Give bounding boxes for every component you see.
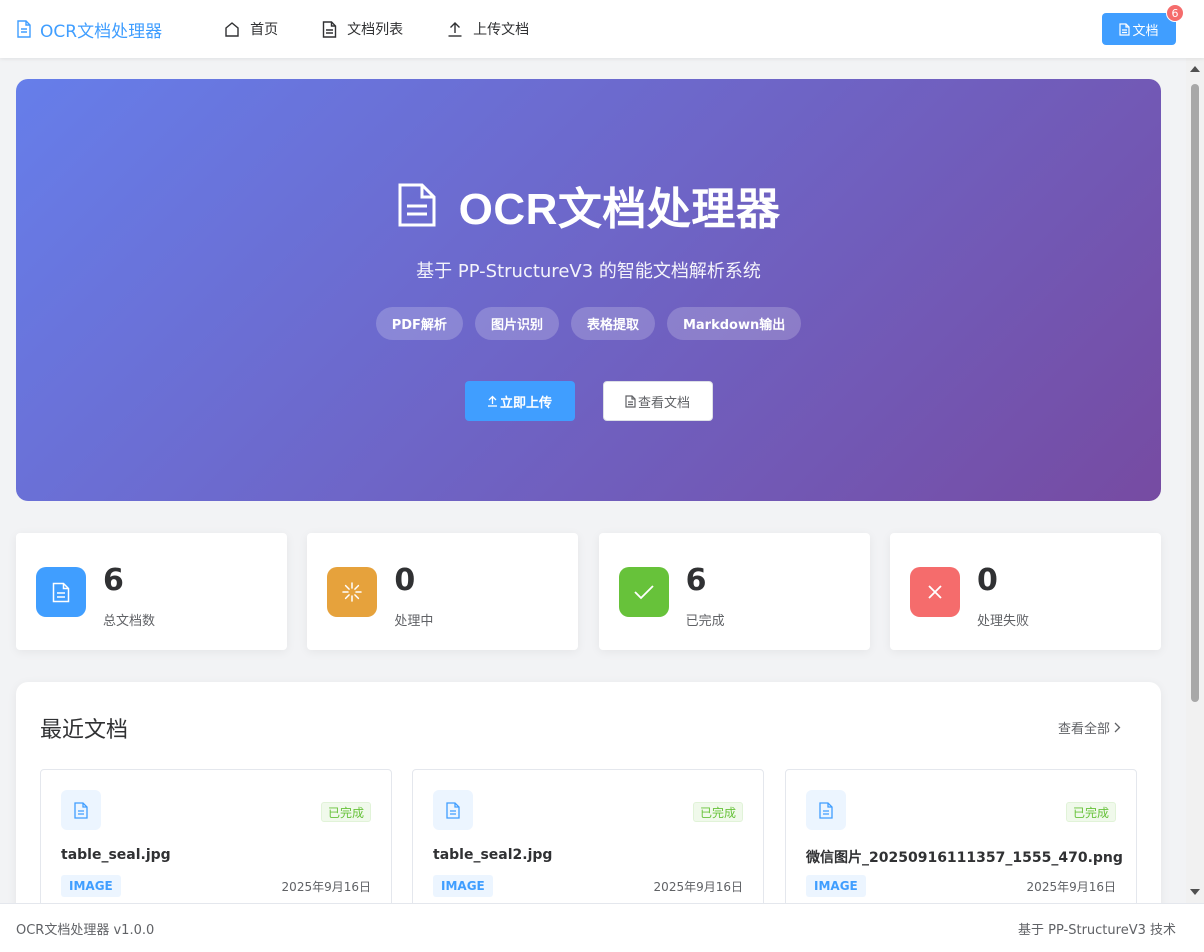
stat-value: 0 bbox=[976, 563, 998, 598]
upload-icon bbox=[487, 395, 497, 407]
stat-card-total: 6 总文档数 bbox=[16, 533, 287, 650]
documents-count-badge: 6 bbox=[1166, 4, 1184, 22]
scroll-up-arrow-icon[interactable] bbox=[1190, 66, 1200, 72]
scroll-thumb[interactable] bbox=[1191, 84, 1199, 702]
document-type-tag: IMAGE bbox=[806, 875, 866, 897]
hero-title: OCR文档处理器 bbox=[458, 185, 781, 234]
page-footer: OCR文档处理器 v1.0.0 基于 PP-StructureV3 技术 bbox=[0, 903, 1204, 952]
feature-tag: PDF解析 bbox=[375, 307, 463, 340]
check-icon bbox=[634, 585, 654, 600]
page-scrollbar[interactable] bbox=[1186, 58, 1204, 903]
stat-card-processing: 0 处理中 bbox=[307, 533, 579, 650]
document-icon bbox=[322, 20, 337, 38]
stat-label: 总文档数 bbox=[103, 614, 156, 629]
brand-logo[interactable]: OCR文档处理器 bbox=[16, 17, 162, 42]
stat-card-completed: 6 已完成 bbox=[598, 533, 870, 650]
status-badge: 已完成 bbox=[320, 802, 371, 822]
document-icon bbox=[446, 801, 460, 819]
stat-icon-box bbox=[909, 567, 960, 617]
doc-icon-box bbox=[806, 790, 846, 830]
document-type-tag: IMAGE bbox=[433, 875, 493, 897]
stat-value: 6 bbox=[685, 563, 707, 598]
hero-banner: OCR文档处理器 基于 PP-StructureV3 的智能文档解析系统 PDF… bbox=[16, 79, 1161, 501]
nav-label: 文档列表 bbox=[347, 22, 404, 38]
footer-version: OCR文档处理器 v1.0.0 bbox=[16, 922, 155, 938]
document-icon bbox=[52, 582, 70, 602]
loading-icon bbox=[342, 582, 363, 602]
documents-button[interactable]: 文档 6 bbox=[1102, 4, 1184, 45]
stat-card-failed: 0 处理失败 bbox=[889, 533, 1161, 650]
document-icon bbox=[625, 394, 636, 408]
home-icon bbox=[225, 22, 239, 37]
footer-tech: 基于 PP-StructureV3 技术 bbox=[1018, 922, 1176, 938]
view-all-label: 查看全部 bbox=[1057, 722, 1110, 737]
document-icon bbox=[819, 801, 833, 819]
scroll-down-arrow-icon[interactable] bbox=[1190, 889, 1200, 895]
nav-label: 首页 bbox=[250, 22, 279, 38]
top-header: OCR文档处理器 首页 文档列表 上传文档 文档 6 bbox=[0, 0, 1204, 58]
view-documents-button[interactable]: 查看文档 bbox=[602, 381, 713, 421]
stats-row: 6 总文档数 0 处理中 6 已完成 0 处理失败 bbox=[16, 533, 1161, 650]
upload-now-label: 立即上传 bbox=[499, 395, 552, 411]
stat-icon-box bbox=[618, 567, 669, 617]
brand-title: OCR文档处理器 bbox=[40, 21, 163, 42]
document-name: table_seal2.jpg bbox=[433, 847, 553, 863]
recent-documents-title: 最近文档 bbox=[40, 718, 129, 743]
main-nav: 首页 文档列表 上传文档 bbox=[224, 19, 573, 39]
documents-button-label: 文档 bbox=[1132, 23, 1159, 39]
feature-tag: Markdown输出 bbox=[666, 307, 802, 340]
nav-item-document-list[interactable]: 文档列表 bbox=[322, 19, 403, 39]
doc-icon-box bbox=[61, 790, 101, 830]
document-date: 2025年9月16日 bbox=[653, 880, 743, 894]
hero-actions: 立即上传 查看文档 bbox=[16, 381, 1161, 421]
nav-item-home[interactable]: 首页 bbox=[224, 19, 278, 39]
recent-documents-panel: 最近文档 查看全部 已完成 table_seal.jpg IMAGE 2025年… bbox=[16, 682, 1161, 929]
stat-icon-box bbox=[36, 567, 86, 617]
status-badge: 已完成 bbox=[1065, 802, 1116, 822]
nav-label: 上传文档 bbox=[473, 22, 530, 38]
doc-icon-box bbox=[433, 790, 473, 830]
upload-now-button[interactable]: 立即上传 bbox=[464, 381, 575, 421]
stat-icon-box bbox=[327, 567, 378, 617]
document-icon bbox=[17, 20, 31, 38]
close-icon bbox=[928, 585, 942, 599]
feature-tag: 表格提取 bbox=[570, 307, 655, 340]
stat-label: 已完成 bbox=[685, 614, 725, 629]
upload-icon bbox=[448, 22, 462, 37]
document-date: 2025年9月16日 bbox=[281, 880, 371, 894]
stat-value: 0 bbox=[394, 563, 416, 598]
document-date: 2025年9月16日 bbox=[1026, 880, 1116, 894]
document-icon bbox=[1119, 22, 1131, 36]
feature-tag: 图片识别 bbox=[474, 307, 559, 340]
document-name: table_seal.jpg bbox=[61, 847, 171, 863]
document-name: 微信图片_20250916111357_1555_470.png bbox=[806, 850, 1123, 866]
document-type-tag: IMAGE bbox=[61, 875, 121, 897]
chevron-right-icon bbox=[1114, 722, 1121, 733]
feature-tags: PDF解析 图片识别 表格提取 Markdown输出 bbox=[16, 307, 1161, 340]
stat-label: 处理失败 bbox=[976, 614, 1029, 629]
document-icon bbox=[398, 183, 436, 227]
hero-subtitle: 基于 PP-StructureV3 的智能文档解析系统 bbox=[416, 261, 761, 282]
hero-title-row: OCR文档处理器 bbox=[16, 173, 1161, 237]
stat-label: 处理中 bbox=[394, 614, 434, 629]
stat-value: 6 bbox=[103, 563, 124, 598]
view-documents-label: 查看文档 bbox=[637, 395, 690, 411]
nav-item-upload[interactable]: 上传文档 bbox=[447, 19, 529, 39]
status-badge: 已完成 bbox=[692, 802, 743, 822]
document-icon bbox=[74, 801, 88, 819]
view-all-link[interactable]: 查看全部 bbox=[1058, 718, 1121, 737]
